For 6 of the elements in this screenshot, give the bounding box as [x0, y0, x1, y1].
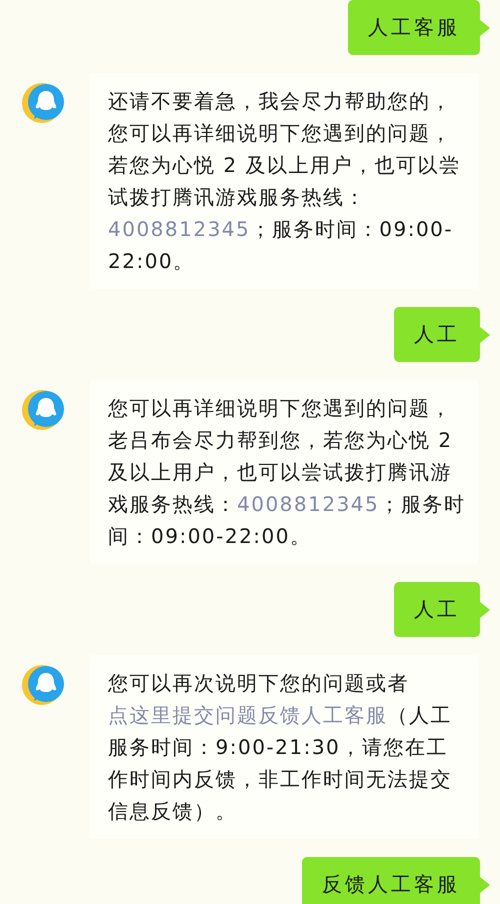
message-bubble: 还请不要着急，我会尽力帮助您的，您可以再详细说明下您遇到的问题，若您为心悦 2 及以上用户，也可以尝试拨打腾讯游戏服务热线： 4008812345；服务时间：09:00-22:00。 — [90, 73, 478, 289]
message-bubble: 您可以再详细说明下您遇到的问题，老吕布会尽力帮到您，若您为心悦 2 及以上用户，也可以尝试拨打腾讯游戏服务热线：4008812345；服务时间：09:00-22:00。 — [90, 380, 478, 564]
message-link[interactable]: 4008812345 — [237, 492, 380, 516]
message-bubble: 您可以再次说明下您的问题或者 点这里提交问题反馈人工客服（人工服务时间：9:00-21:30，请您在工作时间内反馈，非工作时间无法提交信息反馈）。 — [90, 655, 478, 839]
message-link[interactable]: 4008812345 — [108, 217, 250, 241]
message-link[interactable]: 点这里提交问题反馈人工客服 — [108, 703, 388, 727]
